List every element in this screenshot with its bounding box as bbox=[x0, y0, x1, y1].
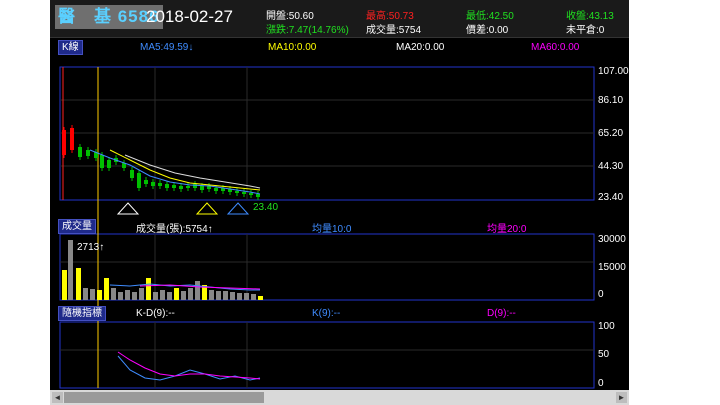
d-label: D(9):-- bbox=[487, 308, 516, 319]
kd-panel-frame bbox=[59, 321, 595, 389]
volume-axis-2: 15000 bbox=[598, 262, 626, 273]
volume-ma20-label: 均量20:0 bbox=[487, 224, 527, 235]
volume-bar bbox=[209, 290, 214, 300]
volume-bar bbox=[237, 293, 242, 300]
volume-bar bbox=[258, 296, 263, 300]
candle-body bbox=[144, 180, 148, 184]
volume-bar bbox=[188, 288, 193, 300]
candle-body bbox=[249, 193, 253, 195]
candle-body bbox=[78, 147, 82, 157]
scroll-thumb[interactable] bbox=[64, 392, 264, 403]
candle-body bbox=[62, 130, 66, 155]
volume-bar bbox=[244, 293, 249, 300]
candle-body bbox=[214, 188, 218, 191]
ma20-label: MA20:0.00 bbox=[396, 42, 445, 53]
volume-bar bbox=[104, 278, 109, 300]
price-axis-2: 86.10 bbox=[598, 95, 624, 106]
volume-bar bbox=[90, 289, 95, 300]
volume-bar bbox=[62, 270, 67, 300]
k-label: K(9):-- bbox=[312, 308, 341, 319]
volume-ma10-label: 均量10:0 bbox=[312, 224, 352, 235]
ma10-label: MA10:0.00 bbox=[268, 42, 317, 53]
volume-bar bbox=[251, 294, 256, 300]
price-low-label: 23.40 bbox=[253, 202, 279, 213]
price-axis-3: 65.20 bbox=[598, 128, 624, 139]
price-axis-5: 23.40 bbox=[598, 192, 624, 203]
volume-bar bbox=[132, 292, 137, 300]
volume-bar bbox=[68, 240, 73, 300]
volume-bar bbox=[181, 291, 186, 300]
ma-marker-icon bbox=[195, 202, 219, 215]
scroll-left-icon[interactable]: ◄ bbox=[52, 392, 63, 403]
kd-axis-1: 100 bbox=[598, 321, 615, 332]
volume-axis-1: 30000 bbox=[598, 234, 626, 245]
k-line bbox=[117, 355, 261, 381]
volume-axis-3: 0 bbox=[598, 289, 604, 300]
volume-bar bbox=[223, 291, 228, 300]
candle-body bbox=[137, 173, 141, 188]
volume-bar bbox=[83, 288, 88, 300]
horizontal-scrollbar[interactable]: ◄ ► bbox=[50, 390, 629, 405]
kd-axis-3: 0 bbox=[598, 378, 604, 389]
volume-bar bbox=[76, 268, 81, 300]
volume-peak-label: 2713↑ bbox=[77, 242, 105, 253]
stock-chart-app: 醫 基 6586 2018-02-27 開盤:50.60 最高:50.73 最低… bbox=[50, 0, 629, 405]
volume-bar bbox=[153, 292, 158, 300]
volume-bar bbox=[216, 291, 221, 300]
candle-body bbox=[179, 186, 183, 189]
candle-body bbox=[130, 170, 134, 178]
volume-bar bbox=[97, 290, 102, 300]
kd-label: K-D(9):-- bbox=[136, 308, 175, 319]
scroll-right-icon[interactable]: ► bbox=[616, 392, 627, 403]
ma-marker-icon bbox=[226, 202, 250, 215]
ma60-label: MA60:0.00 bbox=[531, 42, 580, 53]
kd-panel-title[interactable]: 隨機指標 bbox=[58, 306, 106, 321]
candle-body bbox=[70, 128, 74, 150]
price-panel-title[interactable]: K線 bbox=[58, 40, 83, 55]
ma5-label: MA5:49.59↓ bbox=[140, 42, 194, 53]
ma-marker-icon bbox=[116, 202, 140, 215]
volume-bar bbox=[118, 292, 123, 300]
candle-body bbox=[107, 160, 111, 168]
candle-body bbox=[86, 150, 90, 156]
volume-bar bbox=[160, 290, 165, 300]
volume-bar bbox=[174, 288, 179, 300]
candle-body bbox=[100, 155, 104, 168]
volume-label: 成交量(張):5754↑ bbox=[136, 224, 213, 235]
price-axis-1: 107.00 bbox=[598, 66, 629, 77]
kd-axis-2: 50 bbox=[598, 349, 610, 360]
volume-bar bbox=[125, 290, 130, 300]
price-axis-4: 44.30 bbox=[598, 161, 624, 172]
volume-bar bbox=[111, 288, 116, 300]
chart-canvas bbox=[59, 66, 595, 389]
candle-body bbox=[200, 186, 204, 190]
candle-body bbox=[151, 182, 155, 186]
candle-body bbox=[186, 186, 190, 188]
volume-bar bbox=[139, 288, 144, 300]
candle-body bbox=[242, 192, 246, 194]
volume-bar bbox=[167, 292, 172, 300]
candle-body bbox=[172, 185, 176, 188]
volume-bar bbox=[146, 278, 151, 300]
volume-panel-title[interactable]: 成交量 bbox=[58, 219, 96, 234]
volume-ma10-line bbox=[109, 283, 260, 291]
candle-body bbox=[165, 184, 169, 188]
candle-body bbox=[158, 183, 162, 186]
candle-body bbox=[235, 191, 239, 193]
candle-body bbox=[256, 194, 260, 197]
candle-body bbox=[193, 184, 197, 188]
volume-bar bbox=[230, 292, 235, 300]
volume-bar bbox=[195, 281, 200, 300]
